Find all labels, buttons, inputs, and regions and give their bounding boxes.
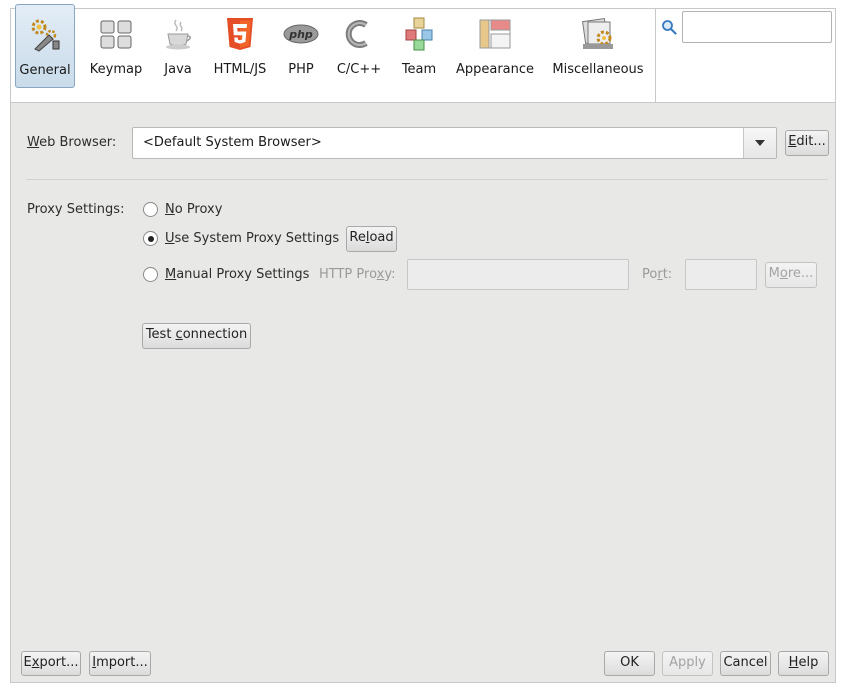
category-general[interactable]: General	[15, 4, 75, 88]
edit-browser-button[interactable]: Edit...	[785, 130, 829, 156]
team-icon	[405, 17, 433, 51]
search-input[interactable]	[682, 11, 832, 43]
import-button[interactable]: Import...	[89, 651, 151, 676]
ok-button[interactable]: OK	[604, 651, 655, 676]
manual-proxy-label[interactable]: Manual Proxy Settings	[165, 267, 309, 282]
port-input[interactable]	[685, 259, 757, 290]
port-label: Port:	[642, 267, 673, 282]
web-browser-label: Web Browser:	[27, 135, 117, 150]
category-appearance[interactable]: Appearance	[452, 4, 538, 88]
chevron-down-icon	[755, 140, 765, 146]
category-label: Appearance	[455, 62, 535, 77]
keymap-icon	[100, 20, 132, 49]
java-icon	[166, 19, 191, 50]
miscellaneous-icon	[582, 18, 613, 49]
more-button[interactable]: More...	[765, 262, 817, 288]
web-browser-dropdown-button[interactable]	[743, 128, 776, 158]
http-proxy-input[interactable]	[407, 259, 629, 290]
php-icon: php	[283, 24, 319, 44]
general-icon	[31, 19, 60, 52]
settings-panel	[10, 103, 836, 683]
category-label: Team	[401, 62, 437, 77]
category-htmljs[interactable]: HTML/JS	[209, 4, 271, 88]
proxy-settings-label: Proxy Settings:	[27, 202, 125, 217]
help-button[interactable]: Help	[778, 651, 829, 676]
test-connection-button[interactable]: Test connection	[142, 323, 251, 349]
search-icon	[662, 20, 677, 35]
cancel-button[interactable]: Cancel	[720, 651, 771, 676]
system-proxy-label[interactable]: Use System Proxy Settings	[165, 231, 339, 246]
category-label: Java	[164, 62, 192, 77]
category-java[interactable]: Java	[155, 4, 201, 88]
category-label: C/C++	[336, 62, 382, 77]
web-browser-value: <Default System Browser>	[143, 135, 322, 150]
separator	[26, 179, 828, 180]
category-cpp[interactable]: C/C++	[331, 4, 387, 88]
appearance-icon	[479, 19, 511, 49]
category-label: Miscellaneous	[552, 62, 644, 77]
apply-button[interactable]: Apply	[662, 651, 713, 676]
category-label: HTML/JS	[213, 62, 267, 77]
category-miscellaneous[interactable]: Miscellaneous	[548, 4, 648, 88]
radio-selected-dot	[148, 236, 154, 242]
category-keymap[interactable]: Keymap	[84, 4, 148, 88]
web-browser-select[interactable]: <Default System Browser>	[132, 127, 777, 159]
reload-button[interactable]: Reload	[346, 226, 397, 252]
svg-text:php: php	[288, 28, 313, 41]
http-proxy-label: HTTP Proxy:	[319, 267, 396, 282]
category-label: General	[19, 63, 71, 78]
manual-proxy-radio[interactable]	[143, 267, 158, 282]
category-label: Keymap	[89, 62, 143, 77]
html5-icon	[227, 18, 253, 50]
category-php[interactable]: php PHP	[280, 4, 322, 88]
category-label: PHP	[288, 62, 314, 77]
no-proxy-label[interactable]: No Proxy	[165, 202, 222, 217]
export-button[interactable]: Export...	[21, 651, 81, 676]
no-proxy-radio[interactable]	[143, 202, 158, 217]
cpp-icon	[345, 20, 368, 48]
system-proxy-radio[interactable]	[143, 231, 158, 246]
category-team[interactable]: Team	[394, 4, 444, 88]
